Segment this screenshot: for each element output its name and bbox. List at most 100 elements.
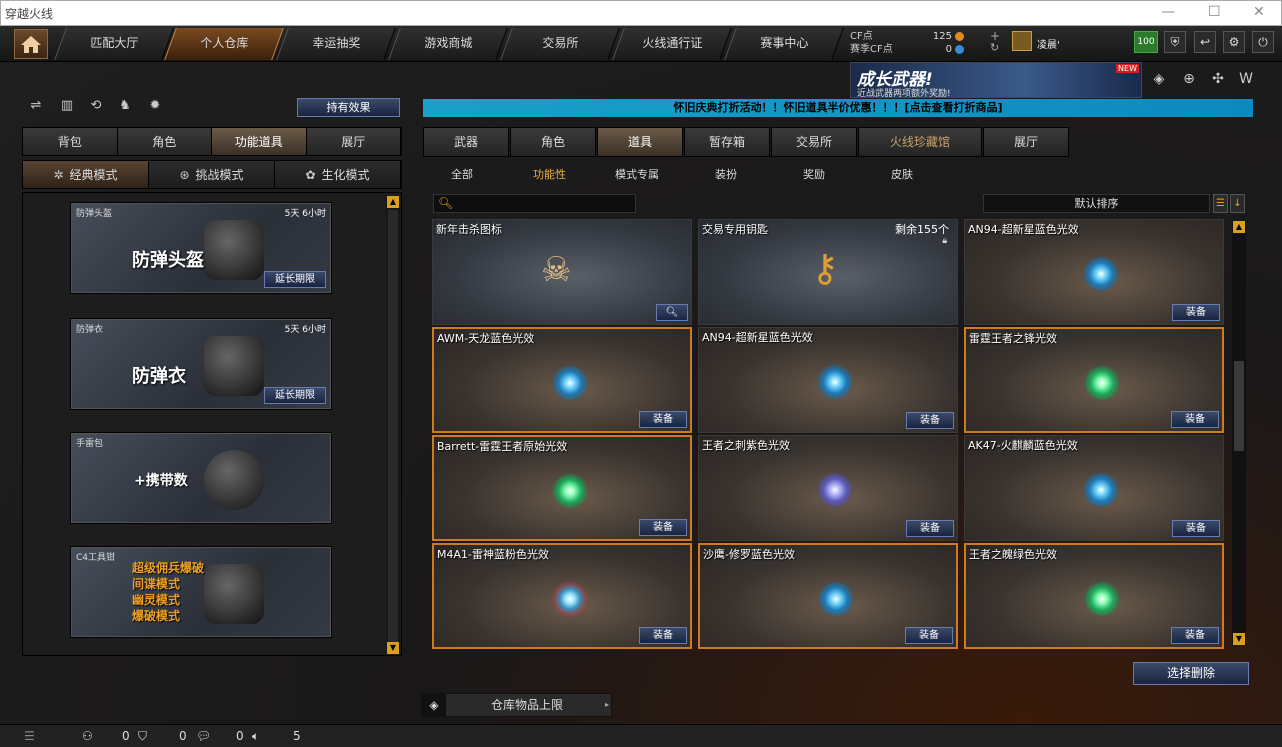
mode-tab[interactable]: ⊛ 挑战模式 bbox=[149, 161, 275, 188]
subcategory-tab[interactable]: 全部 bbox=[451, 166, 473, 182]
nav-tab[interactable]: 幸运抽奖 bbox=[276, 28, 396, 60]
search-input[interactable]: 🔍︎ bbox=[433, 194, 636, 213]
scroll-thumb[interactable] bbox=[388, 210, 398, 642]
equip-button[interactable]: 装备 bbox=[639, 411, 687, 428]
item-card[interactable]: 沙鹰-修罗蓝色光效 装备 bbox=[698, 543, 958, 649]
scroll-down-icon[interactable]: ▼ bbox=[1233, 633, 1245, 645]
sort-dropdown[interactable]: 默认排序 bbox=[983, 194, 1210, 213]
nav-tab[interactable]: 火线通行证 bbox=[612, 28, 732, 60]
item-card[interactable]: AN94-超新星蓝色光效 装备 bbox=[964, 219, 1224, 325]
chat-icon[interactable]: 💬︎ bbox=[196, 729, 211, 743]
bulk-delete-button[interactable]: 选择删除 bbox=[1133, 662, 1249, 685]
item-name: 王者之魄绿色光效 bbox=[969, 548, 1057, 561]
capacity-button[interactable]: ◈ 仓库物品上限 ▸ bbox=[421, 693, 612, 717]
season-coin-icon bbox=[955, 44, 964, 54]
item-card[interactable]: 王者之魄绿色光效装备 bbox=[964, 543, 1224, 649]
effects-button[interactable]: 持有效果 bbox=[297, 98, 400, 117]
ranking-icon[interactable]: ▥ bbox=[57, 98, 77, 118]
refresh-icon[interactable]: ↻ bbox=[990, 41, 999, 54]
extend-button[interactable]: 延长期限 bbox=[264, 387, 326, 404]
item-card[interactable]: Barrett-雷霆王者原始光效 装备 bbox=[432, 435, 692, 541]
equip-button[interactable]: 装备 bbox=[639, 627, 687, 644]
right-tab[interactable]: 火线珍藏馆 bbox=[858, 127, 982, 157]
sale-banner[interactable]: 怀旧庆典打折活动！！怀旧道具半价优惠！！！[点击查看打折商品] bbox=[423, 99, 1253, 117]
item-card[interactable]: 交易专用钥匙 剩余155个 🔒︎ ⚷ bbox=[698, 219, 958, 325]
nav-tab[interactable]: 游戏商城 bbox=[388, 28, 508, 60]
nav-tab[interactable]: 个人仓库 bbox=[164, 28, 284, 60]
globe-icon[interactable]: ⊕ bbox=[1178, 71, 1200, 93]
equip-button[interactable]: 装备 bbox=[1171, 627, 1219, 644]
item-card[interactable]: AWM-天龙蓝色光效 装备 bbox=[432, 327, 692, 433]
nav-tab[interactable]: 交易所 bbox=[500, 28, 620, 60]
right-tab[interactable]: 角色 bbox=[510, 127, 596, 157]
shield-icon[interactable]: ⛨ bbox=[1164, 31, 1186, 53]
list-view-icon[interactable]: ☰ bbox=[1213, 194, 1228, 213]
menu-icon[interactable]: ☰ bbox=[24, 729, 35, 743]
w-logo-icon[interactable]: W bbox=[1235, 71, 1257, 93]
c4-tool-card[interactable]: C4工具钳 超级佣兵爆破 间谍模式 幽灵模式 爆破模式 bbox=[71, 547, 331, 637]
right-tab[interactable]: 展厅 bbox=[983, 127, 1069, 157]
inspect-button[interactable]: 🔍︎ bbox=[656, 304, 688, 321]
left-tab[interactable]: 展厅 bbox=[306, 128, 401, 155]
equip-button[interactable]: 装备 bbox=[906, 412, 954, 429]
scroll-up-icon[interactable]: ▲ bbox=[1233, 221, 1245, 233]
promo-banner[interactable]: 成长武器! 近战武器两项额外奖励! NEW bbox=[850, 62, 1142, 99]
equip-button[interactable]: 装备 bbox=[1172, 520, 1220, 537]
gear-icon[interactable]: ⚙ bbox=[1223, 31, 1245, 53]
volume-icon[interactable]: 🔈︎ bbox=[252, 729, 259, 744]
item-card[interactable]: AK47-火麒麟蓝色光效 装备 bbox=[964, 435, 1224, 541]
subcategory-tab[interactable]: 功能性 bbox=[533, 166, 566, 182]
item-card[interactable]: 新年击杀图标 ☠ 🔍︎ bbox=[432, 219, 692, 325]
left-tab[interactable]: 角色 bbox=[117, 128, 212, 155]
equip-button[interactable]: 装备 bbox=[906, 520, 954, 537]
equip-button[interactable]: 装备 bbox=[639, 519, 687, 536]
friends-icon[interactable]: ⚇ bbox=[82, 729, 93, 743]
subcategory-tab[interactable]: 奖励 bbox=[803, 166, 825, 182]
nav-tab[interactable]: 匹配大厅 bbox=[54, 28, 174, 60]
item-card[interactable]: M4A1-雷神蓝粉色光效 装备 bbox=[432, 543, 692, 649]
subcategory-tab[interactable]: 模式专属 bbox=[615, 166, 659, 182]
scroll-down-icon[interactable]: ▼ bbox=[387, 642, 399, 654]
minimize-icon[interactable]: — bbox=[1161, 4, 1175, 20]
scroll-thumb[interactable] bbox=[1234, 361, 1244, 451]
grenade-icon[interactable]: ✹ bbox=[145, 98, 165, 118]
mode-tab[interactable]: ✿ 生化模式 bbox=[275, 161, 401, 188]
right-tab[interactable]: 交易所 bbox=[771, 127, 857, 157]
home-button[interactable] bbox=[14, 29, 48, 59]
equip-button[interactable]: 装备 bbox=[1172, 304, 1220, 321]
scroll-up-icon[interactable]: ▲ bbox=[387, 196, 399, 208]
back-icon[interactable]: ↩ bbox=[1194, 31, 1216, 53]
item-card[interactable]: 王者之刺紫色光效 装备 bbox=[698, 435, 958, 541]
right-tab[interactable]: 武器 bbox=[423, 127, 509, 157]
badge-v-icon[interactable]: ◈ bbox=[1148, 71, 1170, 93]
maximize-icon[interactable]: ☐ bbox=[1208, 4, 1221, 20]
grenade-pack-card[interactable]: 手雷包 +携带数 bbox=[71, 433, 331, 523]
history-icon[interactable]: ⟲ bbox=[86, 98, 106, 118]
right-tab[interactable]: 道具 bbox=[597, 127, 683, 157]
item-name: 手雷包 bbox=[76, 439, 104, 449]
power-icon[interactable]: ⏻ bbox=[1252, 31, 1274, 53]
equip-button[interactable]: 装备 bbox=[905, 627, 953, 644]
subcategory-tab[interactable]: 装扮 bbox=[715, 166, 737, 182]
subcategory-tab[interactable]: 皮肤 bbox=[891, 166, 913, 182]
right-tab[interactable]: 暂存箱 bbox=[684, 127, 770, 157]
left-tab[interactable]: 背包 bbox=[23, 128, 118, 155]
clan-shield-icon[interactable]: ⛉ bbox=[138, 729, 147, 744]
left-tab[interactable]: 功能道具 bbox=[212, 128, 307, 155]
item-card[interactable]: 雷霆王者之锋光效 装备 bbox=[964, 327, 1224, 433]
item-card[interactable]: AN94-超新星蓝色光效 装备 bbox=[698, 327, 958, 433]
close-icon[interactable]: ✕ bbox=[1253, 4, 1265, 20]
toggle-off-icon[interactable]: ⇌ bbox=[26, 98, 46, 118]
mode-tab[interactable]: ✲ 经典模式 bbox=[23, 161, 149, 188]
sort-order-icon[interactable]: ↓ bbox=[1230, 194, 1245, 213]
vest-card[interactable]: 防弹衣 5天 6小时 防弹衣 延长期限 bbox=[71, 319, 331, 409]
character-icon[interactable]: ♞ bbox=[115, 98, 135, 118]
helmet-card[interactable]: 防弹头盔 5天 6小时 防弹头盔 延长期限 bbox=[71, 203, 331, 293]
left-scrollbar[interactable]: ▲ ▼ bbox=[386, 196, 400, 654]
equip-button[interactable]: 装备 bbox=[1171, 411, 1219, 428]
nav-tab[interactable]: 赛事中心 bbox=[724, 28, 844, 60]
right-scrollbar[interactable]: ▲ ▼ bbox=[1232, 221, 1246, 645]
tools-icon[interactable]: ✣ bbox=[1207, 71, 1229, 93]
rank-badge-icon[interactable] bbox=[1012, 31, 1032, 51]
extend-button[interactable]: 延长期限 bbox=[264, 271, 326, 288]
